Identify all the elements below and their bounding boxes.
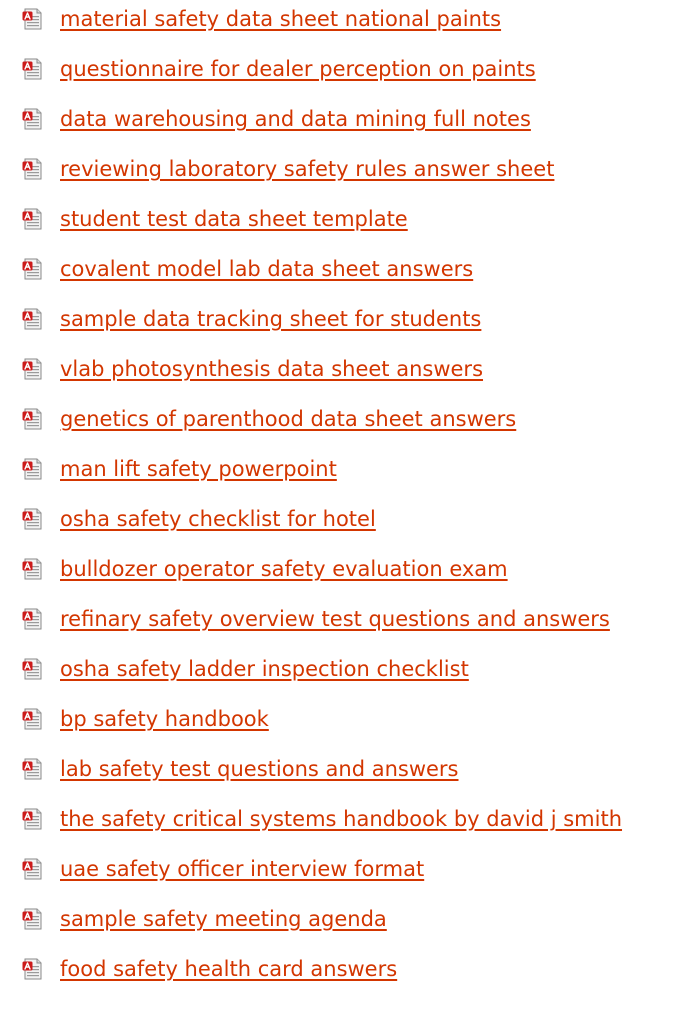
- pdf-file-icon: [22, 408, 44, 430]
- pdf-link[interactable]: lab safety test questions and answers: [60, 756, 459, 782]
- list-item: covalent model lab data sheet answers: [0, 245, 687, 295]
- pdf-link[interactable]: bulldozer operator safety evaluation exa…: [60, 556, 508, 582]
- list-item: bp safety handbook: [0, 695, 687, 745]
- pdf-link[interactable]: sample safety meeting agenda: [60, 906, 387, 932]
- pdf-file-icon: [22, 558, 44, 580]
- list-item: reviewing laboratory safety rules answer…: [0, 145, 687, 195]
- pdf-file-icon: [22, 658, 44, 680]
- list-item: food safety health card answers: [0, 945, 687, 995]
- pdf-file-icon: [22, 458, 44, 480]
- list-item: student test data sheet template: [0, 195, 687, 245]
- pdf-link[interactable]: questionnaire for dealer perception on p…: [60, 56, 536, 82]
- pdf-link[interactable]: covalent model lab data sheet answers: [60, 256, 473, 282]
- pdf-file-icon: [22, 358, 44, 380]
- list-item: vlab photosynthesis data sheet answers: [0, 345, 687, 395]
- pdf-link[interactable]: student test data sheet template: [60, 206, 408, 232]
- pdf-file-icon: [22, 908, 44, 930]
- pdf-link[interactable]: bp safety handbook: [60, 706, 269, 732]
- list-item: sample safety meeting agenda: [0, 895, 687, 945]
- pdf-file-icon: [22, 758, 44, 780]
- pdf-file-icon: [22, 708, 44, 730]
- list-item: man lift safety powerpoint: [0, 445, 687, 495]
- pdf-link[interactable]: refinary safety overview test questions …: [60, 606, 610, 632]
- pdf-file-icon: [22, 858, 44, 880]
- list-item: osha safety checklist for hotel: [0, 495, 687, 545]
- pdf-link[interactable]: material safety data sheet national pain…: [60, 6, 501, 32]
- pdf-link[interactable]: reviewing laboratory safety rules answer…: [60, 156, 554, 182]
- pdf-file-icon: [22, 308, 44, 330]
- list-item: osha safety ladder inspection checklist: [0, 645, 687, 695]
- pdf-file-icon: [22, 208, 44, 230]
- pdf-link[interactable]: vlab photosynthesis data sheet answers: [60, 356, 483, 382]
- list-item: questionnaire for dealer perception on p…: [0, 45, 687, 95]
- list-item: refinary safety overview test questions …: [0, 595, 687, 645]
- pdf-file-icon: [22, 508, 44, 530]
- list-item: material safety data sheet national pain…: [0, 0, 687, 45]
- pdf-link[interactable]: the safety critical systems handbook by …: [60, 806, 622, 832]
- pdf-file-icon: [22, 158, 44, 180]
- pdf-link[interactable]: uae safety officer interview format: [60, 856, 424, 882]
- pdf-link[interactable]: data warehousing and data mining full no…: [60, 106, 531, 132]
- pdf-link-list: material safety data sheet national pain…: [0, 0, 687, 995]
- list-item: the safety critical systems handbook by …: [0, 795, 687, 845]
- pdf-file-icon: [22, 58, 44, 80]
- list-item: genetics of parenthood data sheet answer…: [0, 395, 687, 445]
- pdf-file-icon: [22, 108, 44, 130]
- pdf-file-icon: [22, 808, 44, 830]
- pdf-link[interactable]: sample data tracking sheet for students: [60, 306, 481, 332]
- pdf-link[interactable]: osha safety checklist for hotel: [60, 506, 376, 532]
- list-item: lab safety test questions and answers: [0, 745, 687, 795]
- list-item: uae safety officer interview format: [0, 845, 687, 895]
- pdf-link[interactable]: genetics of parenthood data sheet answer…: [60, 406, 516, 432]
- list-item: bulldozer operator safety evaluation exa…: [0, 545, 687, 595]
- pdf-link[interactable]: osha safety ladder inspection checklist: [60, 656, 469, 682]
- pdf-file-icon: [22, 958, 44, 980]
- pdf-file-icon: [22, 258, 44, 280]
- pdf-link[interactable]: man lift safety powerpoint: [60, 456, 337, 482]
- pdf-file-icon: [22, 8, 44, 30]
- pdf-link[interactable]: food safety health card answers: [60, 956, 397, 982]
- pdf-file-icon: [22, 608, 44, 630]
- list-item: sample data tracking sheet for students: [0, 295, 687, 345]
- list-item: data warehousing and data mining full no…: [0, 95, 687, 145]
